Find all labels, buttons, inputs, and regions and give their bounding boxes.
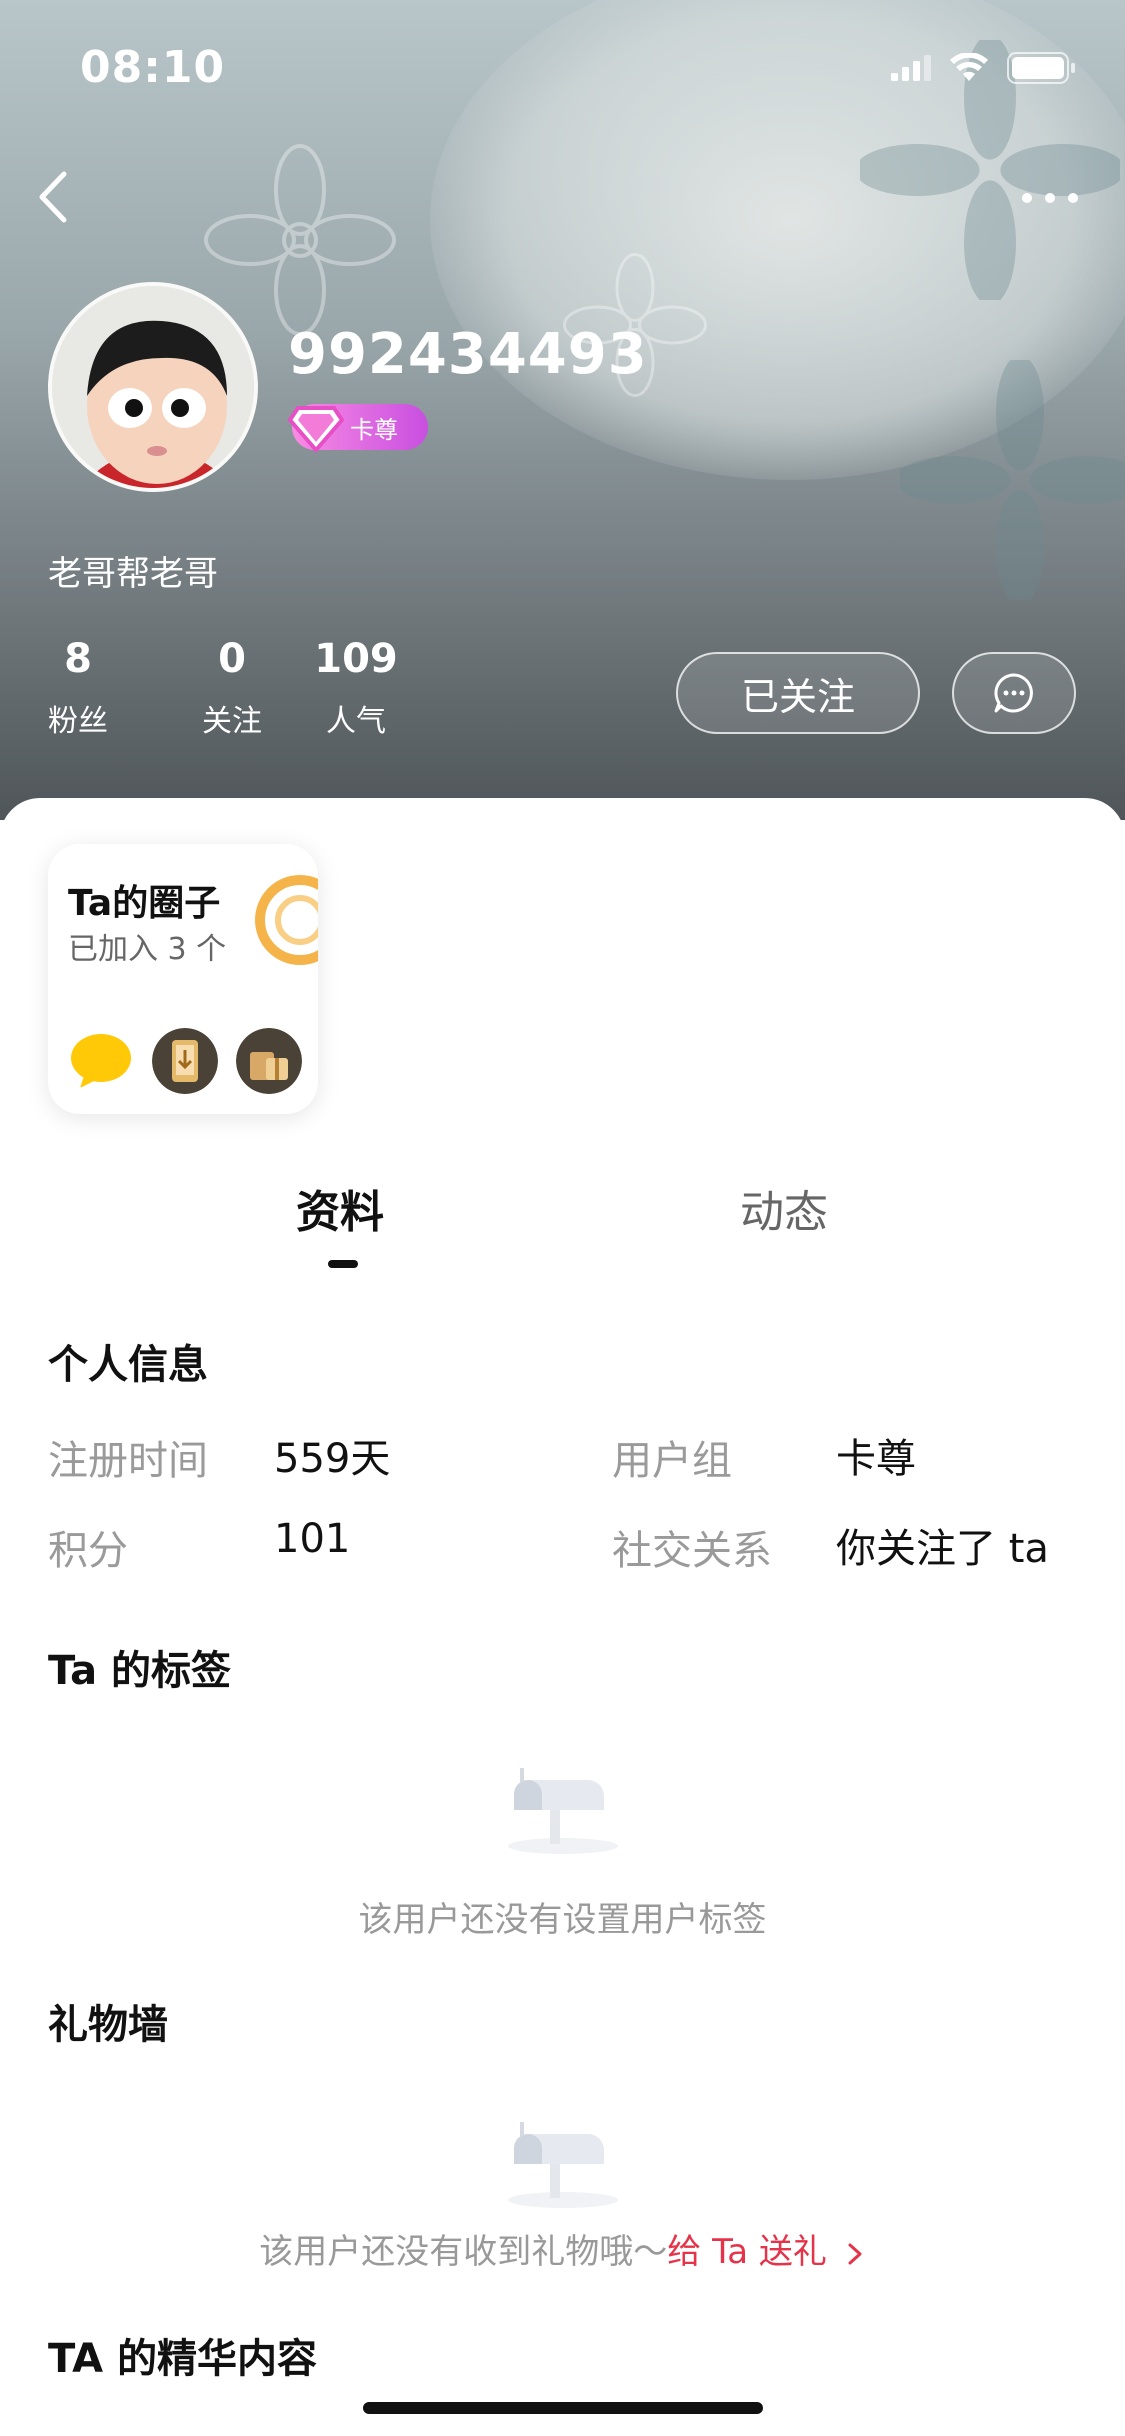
tab-activity[interactable]: 动态	[740, 1176, 828, 1240]
stat-following[interactable]: 0 关注	[170, 636, 294, 740]
user-group-value: 卡尊	[836, 1436, 916, 1482]
tags-section-title: Ta 的标签	[48, 1648, 232, 1694]
tags-empty-text: 该用户还没有设置用户标签	[358, 1900, 767, 1940]
avatar[interactable]	[48, 282, 258, 492]
message-button[interactable]	[952, 652, 1076, 734]
circle-ring-icon	[255, 875, 318, 965]
gift-empty-line: 该用户还没有收到礼物哦～给 Ta 送礼	[0, 2224, 1125, 2273]
register-time-value: 559天	[274, 1436, 391, 1482]
stat-value: 0	[218, 636, 246, 682]
username: 992434493	[288, 322, 648, 387]
diamond-icon	[288, 406, 344, 454]
status-bar: 08:10	[0, 0, 1125, 132]
circle-title: Ta的圈子	[68, 883, 221, 924]
vip-badge[interactable]: 卡尊	[288, 404, 428, 454]
flower-decoration	[900, 360, 1125, 600]
app-download-circle-icon	[152, 1028, 218, 1094]
back-button[interactable]	[30, 162, 90, 232]
send-gift-link[interactable]: 给 Ta 送礼	[667, 2232, 827, 2272]
stat-label: 关注	[202, 704, 262, 739]
flower-decoration	[204, 144, 396, 336]
stat-label: 人气	[326, 704, 386, 739]
stat-fans[interactable]: 8 粉丝	[48, 636, 108, 740]
tab-active-indicator	[328, 1260, 358, 1268]
user-bio: 老哥帮老哥	[48, 554, 218, 594]
profile-tabs: 资料 动态	[0, 1176, 1125, 1266]
user-group-label: 用户组	[612, 1438, 732, 1484]
status-time: 08:10	[80, 42, 226, 93]
tags-empty-state: 该用户还没有设置用户标签	[0, 1758, 1125, 1941]
gift-empty-state: 该用户还没有收到礼物哦～给 Ta 送礼	[0, 2112, 1125, 2273]
vip-label: 卡尊	[350, 415, 398, 444]
follow-button[interactable]: 已关注	[676, 652, 920, 734]
profile-content: Ta的圈子 已加入 3 个 资料 动态 个人信息 注册时间 559天 用户组 卡…	[0, 798, 1125, 2436]
battery-icon	[1007, 52, 1075, 84]
chevron-left-icon	[39, 171, 67, 223]
more-button[interactable]	[1015, 178, 1085, 218]
highlights-section-title: TA 的精华内容	[48, 2336, 318, 2382]
tab-profile-info[interactable]: 资料	[296, 1176, 384, 1240]
chevron-right-icon[interactable]	[844, 2239, 866, 2269]
stats-row: 8 粉丝 0 关注 109 人气	[48, 636, 418, 740]
stat-label: 粉丝	[48, 704, 108, 739]
gift-circle-icon	[236, 1028, 302, 1094]
profile-header: 08:10 992434493 卡尊 老哥帮老哥 8 粉丝 0 关注 109 人…	[0, 0, 1125, 820]
stat-value: 8	[64, 636, 92, 682]
wifi-icon	[950, 53, 988, 81]
circle-subtitle: 已加入 3 个	[68, 932, 227, 967]
chat-bubble-icon	[994, 673, 1033, 713]
stat-popularity[interactable]: 109 人气	[294, 636, 418, 740]
points-label: 积分	[48, 1528, 128, 1574]
chat-circle-icon	[71, 1034, 131, 1088]
more-dots-icon	[1022, 193, 1078, 203]
relationship-label: 社交关系	[612, 1528, 772, 1574]
relationship-value: 你关注了 ta	[836, 1526, 1049, 1572]
mailbox-icon	[507, 1768, 618, 1854]
mailbox-icon	[507, 2122, 618, 2208]
points-value: 101	[274, 1516, 351, 1562]
personal-info-title: 个人信息	[48, 1342, 208, 1388]
cellular-signal-icon	[891, 55, 931, 81]
avatar-cartoon-icon	[52, 286, 254, 488]
home-indicator[interactable]	[363, 2402, 763, 2414]
register-time-label: 注册时间	[48, 1438, 208, 1484]
stat-value: 109	[314, 636, 398, 682]
gift-wall-title: 礼物墙	[48, 2002, 168, 2048]
circle-card[interactable]: Ta的圈子 已加入 3 个	[48, 844, 318, 1114]
gift-empty-text: 该用户还没有收到礼物哦～	[259, 2232, 668, 2272]
